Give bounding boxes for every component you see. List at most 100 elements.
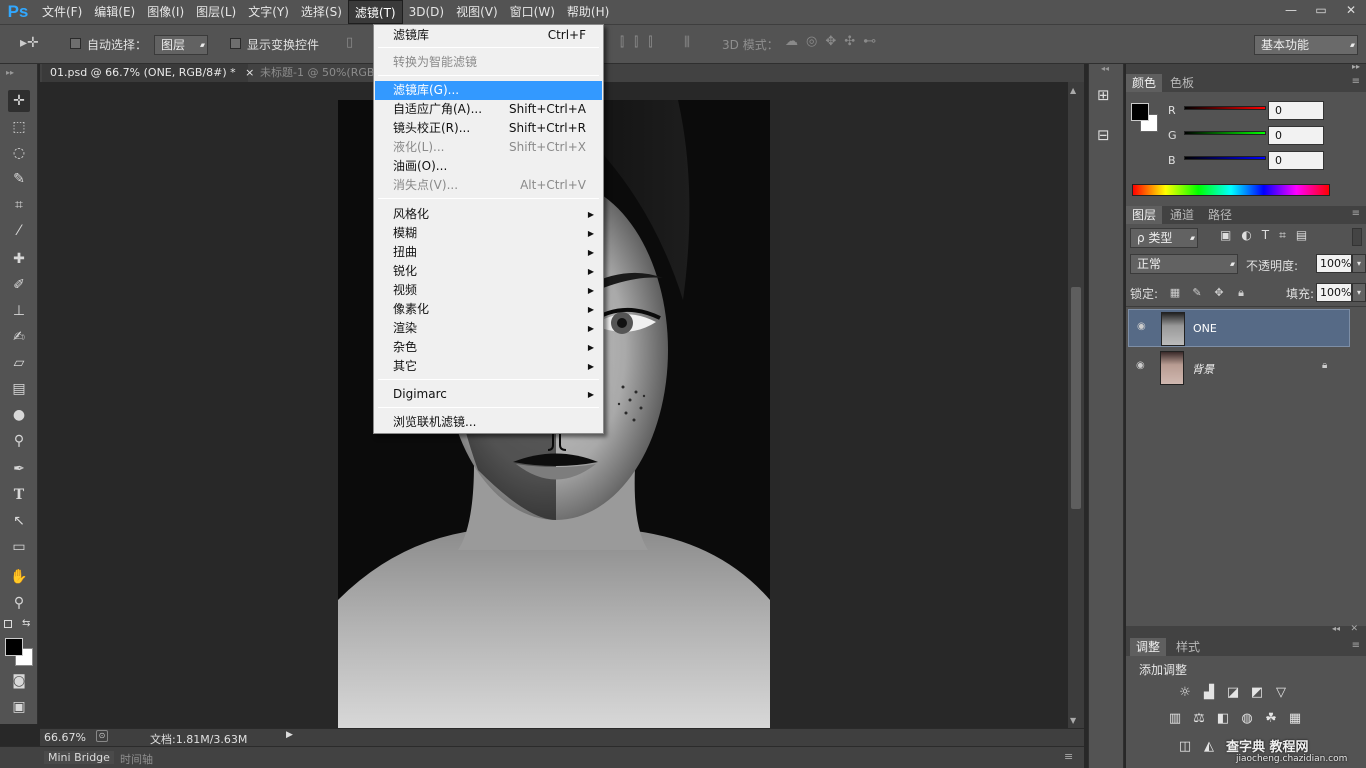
eraser-tool-icon[interactable]: ▱ bbox=[8, 352, 30, 374]
foreground-color-swatch[interactable] bbox=[5, 638, 23, 656]
opacity-input[interactable]: 100% bbox=[1316, 254, 1352, 273]
hand-tool-icon[interactable]: ✋ bbox=[8, 566, 30, 588]
scroll-down-icon[interactable]: ▼ bbox=[1070, 716, 1076, 725]
menu-item-other[interactable]: 其它 ▶ bbox=[375, 357, 602, 376]
color-lookup-icon[interactable]: ▦ bbox=[1286, 711, 1304, 727]
restore-button[interactable]: ▭ bbox=[1306, 0, 1336, 20]
layer-row-one[interactable]: ◉ ONE bbox=[1128, 309, 1350, 347]
menu-item-oil-paint[interactable]: 油画(O)... bbox=[375, 157, 602, 176]
auto-select-dropdown[interactable]: 图层 bbox=[154, 35, 208, 55]
menu-item-video[interactable]: 视频 ▶ bbox=[375, 281, 602, 300]
healing-brush-tool-icon[interactable]: ✚ bbox=[8, 248, 30, 270]
channel-r-input[interactable]: 0 bbox=[1268, 101, 1324, 120]
history-brush-tool-icon[interactable]: ✍ bbox=[8, 326, 30, 348]
properties-panel-icon[interactable]: ⊟ bbox=[1097, 126, 1110, 144]
menu-item-adaptive-wide-angle[interactable]: 自适应广角(A)... Shift+Ctrl+A bbox=[375, 100, 602, 119]
tab-paths[interactable]: 路径 bbox=[1202, 206, 1238, 224]
color-fg-swatch[interactable] bbox=[1131, 103, 1149, 121]
menu-image[interactable]: 图像(I) bbox=[141, 0, 190, 24]
close-adjust-icon[interactable]: ✕ bbox=[1350, 624, 1358, 634]
menu-item-blur[interactable]: 模糊 ▶ bbox=[375, 224, 602, 243]
exposure-icon[interactable]: ◩ bbox=[1248, 685, 1266, 701]
distribute-icons[interactable]: ⫿⫿⫿ bbox=[620, 35, 662, 50]
menu-item-render[interactable]: 渲染 ▶ bbox=[375, 319, 602, 338]
fill-input[interactable]: 100% bbox=[1316, 283, 1352, 302]
menu-item-stylize[interactable]: 风格化 ▶ bbox=[375, 205, 602, 224]
visibility-eye-icon[interactable]: ◉ bbox=[1137, 322, 1151, 332]
path-select-tool-icon[interactable]: ↖ bbox=[8, 510, 30, 532]
channel-b-slider[interactable] bbox=[1184, 156, 1266, 160]
blend-mode-dropdown[interactable]: 正常 bbox=[1130, 254, 1238, 274]
scroll-up-icon[interactable]: ▲ bbox=[1070, 86, 1076, 95]
tab-01-psd[interactable]: 01.psd @ 66.7% (ONE, RGB/8#) * × bbox=[42, 64, 254, 82]
menu-window[interactable]: 窗口(W) bbox=[504, 0, 561, 24]
hue-saturation-icon[interactable]: ▥ bbox=[1166, 711, 1184, 727]
curves-icon[interactable]: ◪ bbox=[1224, 685, 1242, 701]
pen-tool-icon[interactable]: ✒ bbox=[8, 458, 30, 480]
layer-filter-type-dropdown[interactable]: ρ 类型 bbox=[1130, 228, 1198, 248]
quick-mask-icon[interactable]: ◙ bbox=[8, 670, 30, 692]
menu-item-pixelate[interactable]: 像素化 ▶ bbox=[375, 300, 602, 319]
zoom-level[interactable]: 66.67% bbox=[44, 731, 86, 744]
menu-item-convert-smart-filters[interactable]: 转换为智能滤镜 bbox=[375, 53, 602, 72]
menu-item-digimarc[interactable]: Digimarc ▶ bbox=[375, 385, 602, 404]
menu-item-browse-filters-online[interactable]: 浏览联机滤镜... bbox=[375, 413, 602, 432]
collapse-column-icon[interactable]: ◂◂ bbox=[1101, 64, 1109, 73]
menu-3d[interactable]: 3D(D) bbox=[403, 0, 450, 24]
menu-item-lens-correction[interactable]: 镜头校正(R)... Shift+Ctrl+R bbox=[375, 119, 602, 138]
menu-help[interactable]: 帮助(H) bbox=[561, 0, 615, 24]
menu-edit[interactable]: 编辑(E) bbox=[88, 0, 141, 24]
visibility-eye-icon[interactable]: ◉ bbox=[1136, 361, 1150, 371]
collapse-tools-icon[interactable]: ▸▸ bbox=[6, 68, 14, 77]
3d-mode-icons[interactable]: ☁◎✥✣⊷ bbox=[785, 34, 884, 49]
status-menu-arrow-icon[interactable]: ▶ bbox=[286, 730, 293, 740]
menu-item-sharpen[interactable]: 锐化 ▶ bbox=[375, 262, 602, 281]
layer-name[interactable]: 背景 bbox=[1192, 361, 1214, 377]
lock-image-icon[interactable]: ✎ bbox=[1190, 286, 1204, 300]
menu-type[interactable]: 文字(Y) bbox=[242, 0, 295, 24]
color-balance-icon[interactable]: ⚖ bbox=[1190, 711, 1208, 727]
menu-item-noise[interactable]: 杂色 ▶ bbox=[375, 338, 602, 357]
brightness-contrast-icon[interactable]: ☼ bbox=[1176, 685, 1194, 701]
minimize-button[interactable]: — bbox=[1276, 0, 1306, 20]
share-icon[interactable]: ⊙ bbox=[96, 730, 108, 742]
quick-select-tool-icon[interactable]: ✎ bbox=[8, 168, 30, 190]
menu-view[interactable]: 视图(V) bbox=[450, 0, 504, 24]
levels-icon[interactable]: ▟ bbox=[1200, 685, 1218, 701]
tab-color[interactable]: 颜色 bbox=[1126, 74, 1163, 92]
show-transform-checkbox[interactable] bbox=[230, 38, 241, 49]
auto-select-checkbox[interactable] bbox=[70, 38, 81, 49]
photo-filter-icon[interactable]: ◍ bbox=[1238, 711, 1256, 727]
tab-adjustments[interactable]: 调整 bbox=[1130, 638, 1167, 656]
menu-item-filter-gallery-last[interactable]: 滤镜库 Ctrl+F bbox=[375, 26, 602, 45]
channel-b-input[interactable]: 0 bbox=[1268, 151, 1324, 170]
menu-item-vanishing-point[interactable]: 消失点(V)... Alt+Ctrl+V bbox=[375, 176, 602, 195]
color-spectrum-ramp[interactable] bbox=[1132, 184, 1330, 196]
layer-name[interactable]: ONE bbox=[1193, 322, 1217, 335]
menu-filter[interactable]: 滤镜(T) bbox=[347, 0, 403, 24]
panel-menu-icon[interactable]: ≡ bbox=[1064, 750, 1073, 763]
screen-mode-icon[interactable]: ▣ bbox=[8, 696, 30, 718]
workspace-switcher[interactable]: 基本功能 bbox=[1254, 35, 1358, 55]
lock-transparent-icon[interactable]: ▦ bbox=[1168, 286, 1182, 300]
lock-all-icon[interactable]: 🔒︎ bbox=[1234, 286, 1248, 300]
type-tool-icon[interactable]: T bbox=[8, 484, 30, 506]
zoom-tool-icon[interactable]: ⚲ bbox=[8, 592, 30, 614]
vibrance-icon[interactable]: ▽ bbox=[1272, 685, 1290, 701]
layer-row-background[interactable]: ◉ 背景 🔒︎ bbox=[1128, 349, 1350, 387]
move-tool-preset-icon[interactable]: ▸✛ bbox=[20, 35, 39, 51]
tab-swatches[interactable]: 色板 bbox=[1164, 74, 1200, 92]
marquee-tool-icon[interactable]: ⬚ bbox=[8, 116, 30, 138]
align-top-icon[interactable]: ▯ bbox=[346, 35, 353, 50]
channel-r-slider[interactable] bbox=[1184, 106, 1266, 110]
channel-g-slider[interactable] bbox=[1184, 131, 1266, 135]
invert-icon[interactable]: ◫ bbox=[1176, 739, 1194, 755]
expand-panels-icon[interactable]: ▸▸ bbox=[1352, 62, 1360, 71]
blur-tool-icon[interactable]: ● bbox=[8, 404, 30, 426]
lock-position-icon[interactable]: ✥ bbox=[1212, 286, 1226, 300]
eyedropper-tool-icon[interactable]: ⁄ bbox=[8, 220, 30, 242]
gradient-tool-icon[interactable]: ▤ bbox=[8, 378, 30, 400]
rectangle-tool-icon[interactable]: ▭ bbox=[8, 536, 30, 558]
tab-channels[interactable]: 通道 bbox=[1164, 206, 1200, 224]
history-panel-icon[interactable]: ⊞ bbox=[1097, 86, 1110, 104]
